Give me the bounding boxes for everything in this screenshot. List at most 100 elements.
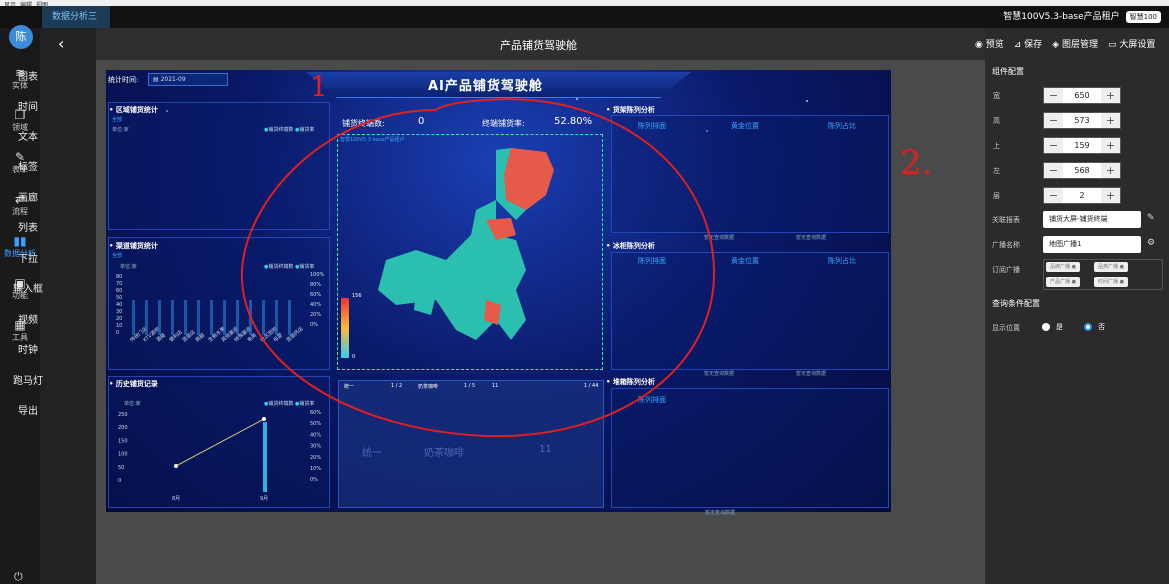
plus-icon[interactable]: + [1101, 138, 1120, 153]
chip-label: 品牌广播 [1050, 264, 1071, 270]
broadcast-chip[interactable]: 时间广播 ● [1094, 277, 1128, 287]
height-value[interactable]: 573 [1063, 113, 1101, 128]
broadcast-chip[interactable]: 产品广播 ● [1046, 277, 1080, 287]
freezer-tab-2[interactable]: 黄金位置 [731, 256, 759, 266]
broadcast-chip[interactable]: 品牌广播 ● [1046, 262, 1080, 272]
left-value[interactable]: 568 [1063, 163, 1101, 178]
layers-label: 图层管理 [1061, 40, 1098, 50]
comp-gallery[interactable]: 画廊 [0, 189, 56, 204]
table-cell: 统一 [362, 448, 382, 459]
radio-no[interactable] [1084, 323, 1092, 331]
channel-unit: 单位:家 [120, 264, 137, 270]
date-picker[interactable]: ▤ 2021-09 [148, 73, 228, 86]
screen-settings-button[interactable]: ▭ 大屏设置 [1108, 37, 1155, 50]
table-col-header: 奶茶咖啡 [418, 384, 439, 390]
kpi-terminal-label: 铺货终端数: [342, 119, 385, 128]
back-icon[interactable]: ‹ [58, 34, 64, 53]
gear-icon[interactable]: ⚙ [1147, 238, 1155, 248]
edit-icon[interactable]: ✎ [1147, 213, 1155, 223]
comp-video[interactable]: 视频 [0, 311, 56, 326]
tenant-badge[interactable]: 智慧100 [1125, 11, 1161, 23]
shelf-empty: 暂无查询数据 [796, 235, 827, 241]
layer-stepper[interactable]: −2 + [1043, 187, 1121, 204]
height-stepper[interactable]: −573 + [1043, 112, 1121, 129]
shelf-tab-2[interactable]: 黄金位置 [731, 121, 759, 131]
freezer-tab-3[interactable]: 陈列占比 [828, 256, 856, 266]
plus-icon[interactable]: + [1101, 188, 1120, 203]
y-tick-label: 50 [118, 465, 124, 471]
x-tick-label: 便利店 [168, 329, 184, 344]
region-filter[interactable]: 全部 [112, 116, 122, 123]
comp-list[interactable]: 列表 [0, 219, 56, 234]
save-button[interactable]: ⊿ 保存 [1014, 37, 1042, 50]
china-map[interactable] [376, 140, 576, 350]
radio-no-label: 否 [1098, 323, 1105, 331]
map-scale-max: 156 [352, 293, 362, 299]
comp-dropdown[interactable]: 下拉 [0, 250, 56, 265]
comp-marquee[interactable]: 跑马灯 [0, 372, 56, 387]
broadcast-chip[interactable]: 品类广播 ● [1094, 262, 1128, 272]
bar-placeholder [275, 300, 278, 335]
top-value[interactable]: 159 [1063, 138, 1101, 153]
minus-icon[interactable]: − [1044, 138, 1063, 153]
kpi-terminal-value: 0 [418, 116, 425, 127]
comp-tag[interactable]: 标签 [0, 158, 56, 173]
freezer-tab-1[interactable]: 陈列排面 [638, 256, 666, 266]
minus-icon[interactable]: − [1044, 113, 1063, 128]
query-heading: 查询条件配置 [992, 299, 1040, 308]
top-label: 上 [993, 142, 1000, 150]
comp-export[interactable]: 导出 [0, 402, 56, 417]
config-heading: 组件配置 [992, 67, 1024, 76]
comp-input[interactable]: 输入框 [0, 280, 56, 295]
comp-time[interactable]: 时间 [0, 98, 56, 113]
kpi-rate-label: 终端铺货率: [482, 119, 525, 128]
channel-filter[interactable]: 全部 [112, 252, 122, 259]
plus-icon[interactable]: + [1101, 88, 1120, 103]
minus-icon[interactable]: − [1044, 188, 1063, 203]
comp-chart[interactable]: 图表 [0, 68, 56, 83]
tenant-info[interactable]: 智慧100V5.3-base产品租户 智慧100 [1003, 6, 1161, 28]
width-value[interactable]: 650 [1063, 88, 1101, 103]
y2-tick-label: 20% [310, 312, 321, 318]
avatar[interactable]: 陈 [9, 25, 33, 49]
radio-yes[interactable] [1042, 323, 1050, 331]
comp-text[interactable]: 文本 [0, 128, 56, 143]
bar-placeholder [184, 300, 187, 335]
save-label: 保存 [1024, 40, 1043, 50]
rate-point [174, 464, 178, 468]
bar-mark [263, 422, 267, 492]
map-scale-bar [341, 298, 349, 358]
broadcast-field[interactable]: 地图广播1 [1043, 236, 1141, 253]
width-stepper[interactable]: −650 + [1043, 87, 1121, 104]
layer-value[interactable]: 2 [1063, 188, 1101, 203]
pile-tab-1[interactable]: 陈列排面 [638, 395, 666, 405]
y2-tick-label: 40% [310, 302, 321, 308]
y2-tick-label: 0% [310, 322, 318, 328]
app-tab[interactable]: 数据分析三 [42, 6, 110, 28]
comp-clock[interactable]: 时钟 [0, 341, 56, 356]
x-tick-label: 9月 [260, 496, 268, 502]
report-field[interactable]: 铺货大屏-铺货终端 [1043, 211, 1141, 228]
plus-icon[interactable]: + [1101, 113, 1120, 128]
bar-placeholder [249, 300, 252, 335]
x-tick-label: 连锁药店 [285, 325, 305, 343]
dashboard-screen: AI产品铺货驾驶舱 统计时间: ▤ 2021-09 • 区域铺货统计 全部 单位… [106, 70, 891, 512]
legend-label: 铺货率 [299, 401, 315, 407]
logout-icon[interactable]: ⏻ [14, 570, 23, 584]
minus-icon[interactable]: − [1044, 163, 1063, 178]
shelf-tab-1[interactable]: 陈列排面 [638, 121, 666, 131]
y2-tick-label: 100% [310, 272, 325, 278]
save-icon: ⊿ [1013, 40, 1025, 50]
y-tick-label: 200 [118, 425, 128, 431]
y-tick-label: 70 [116, 281, 122, 287]
layers-button[interactable]: ◈ 图层管理 [1052, 37, 1098, 50]
shelf-tab-3[interactable]: 陈列占比 [828, 121, 856, 131]
top-stepper[interactable]: −159 + [1043, 137, 1121, 154]
left-stepper[interactable]: −568 + [1043, 162, 1121, 179]
plus-icon[interactable]: + [1101, 163, 1120, 178]
preview-button[interactable]: ◉ 预览 [975, 37, 1004, 50]
rate-point [262, 417, 266, 421]
history-unit: 单位:家 [124, 401, 141, 407]
minus-icon[interactable]: − [1044, 88, 1063, 103]
layer-label: 层 [993, 192, 1000, 200]
